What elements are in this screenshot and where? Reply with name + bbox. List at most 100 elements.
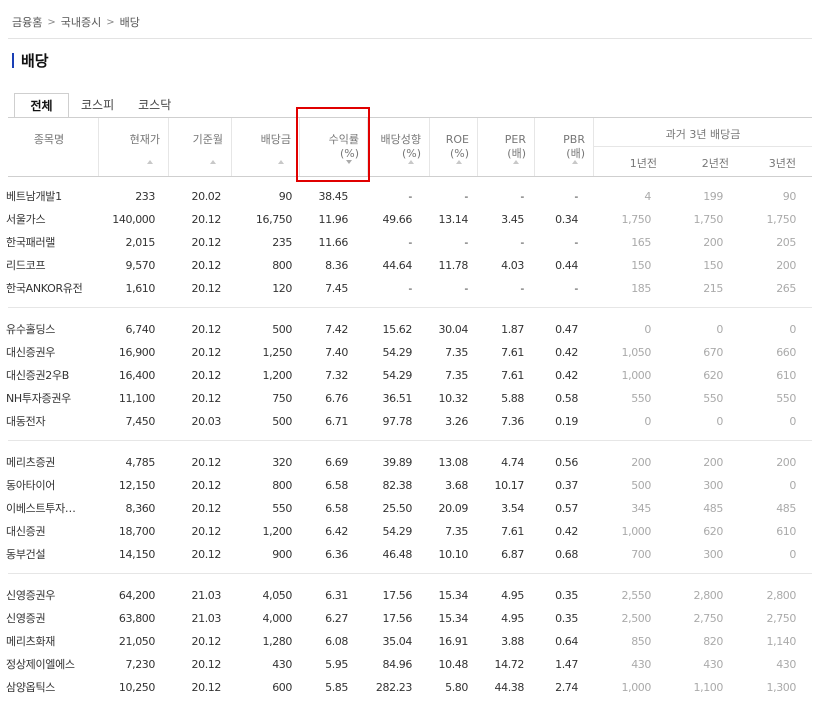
history-dividend-cell: 1,000 — [621, 681, 652, 694]
tab-all[interactable]: 전체 — [14, 93, 69, 118]
history-dividend-cell: 165 — [631, 236, 651, 249]
history-dividend-cell: 300 — [703, 548, 723, 561]
stock-name-link[interactable]: 이베스트투자… — [6, 497, 76, 520]
column-header-pbr[interactable]: PBR (배) — [534, 118, 593, 176]
table-cell: 38.45 — [318, 190, 349, 203]
table-cell: 1.87 — [501, 323, 524, 336]
column-header-label: ROE (%) — [445, 133, 469, 160]
stock-name-link[interactable]: 삼양옵틱스 — [6, 676, 55, 699]
sort-icon[interactable] — [210, 160, 216, 164]
table-cell: 54.29 — [382, 525, 413, 538]
table-cell: - — [574, 282, 578, 295]
table-cell: 7.35 — [445, 369, 468, 382]
table-cell: 6,740 — [125, 323, 156, 336]
stock-name-link[interactable]: 대신증권2우B — [6, 364, 69, 387]
column-header-per[interactable]: PER (배) — [477, 118, 534, 176]
history-dividend-cell: 485 — [776, 502, 796, 515]
table-cell: - — [574, 190, 578, 203]
table-cell: 10.48 — [438, 658, 469, 671]
page-title: 배당 — [12, 50, 49, 71]
table-cell: 10,250 — [118, 681, 155, 694]
table-cell: - — [464, 236, 468, 249]
stock-name-link[interactable]: 유수홀딩스 — [6, 318, 55, 341]
table-cell: 44.38 — [494, 681, 525, 694]
column-header-price[interactable]: 현재가 — [98, 118, 168, 176]
table-cell: 0.44 — [555, 259, 578, 272]
table-cell: 3.54 — [501, 502, 524, 515]
table-cell: 5.95 — [325, 658, 348, 671]
table-cell: 1.47 — [555, 658, 578, 671]
table-cell: 0.19 — [555, 415, 578, 428]
history-dividend-cell: 2,550 — [621, 589, 652, 602]
table-cell: 84.96 — [382, 658, 413, 671]
sort-icon[interactable] — [572, 160, 578, 164]
sort-icon[interactable] — [456, 160, 462, 164]
stock-name-link[interactable]: 신영증권 — [6, 607, 46, 630]
breadcrumb-domestic-market[interactable]: 국내증시 — [61, 14, 101, 30]
title-accent-bar — [12, 53, 14, 68]
table-cell: 20.02 — [191, 190, 222, 203]
table-cell: 0.47 — [555, 323, 578, 336]
table-row: 서울가스 140,000 20.12 16,750 11.96 49.66 13.14 3.4… — [0, 208, 820, 231]
stock-name-link[interactable]: NH투자증권우 — [6, 387, 71, 410]
table-cell: 30.04 — [438, 323, 469, 336]
table-cell: 5.88 — [501, 392, 524, 405]
table-row: 삼양옵틱스 10,250 20.12 600 5.85 282.23 5.80 44.38 2.… — [0, 676, 820, 699]
table-row: 이베스트투자… 8,360 20.12 550 6.58 25.50 20.09 3.54 0.… — [0, 497, 820, 520]
table-cell: 20.12 — [191, 681, 222, 694]
column-header-label: PBR (배) — [563, 133, 585, 160]
table-cell: 20.12 — [191, 502, 222, 515]
stock-name-link[interactable]: 베트남개발1 — [6, 185, 62, 208]
table-cell: 21.03 — [191, 589, 222, 602]
page-title-text: 배당 — [21, 52, 49, 70]
sort-icon[interactable] — [147, 160, 153, 164]
column-header-roe[interactable]: ROE (%) — [429, 118, 477, 176]
history-dividend-cell: 430 — [776, 658, 796, 671]
column-header-label: 배당성향 (%) — [380, 133, 421, 160]
column-header-payout[interactable]: 배당성향 (%) — [367, 118, 429, 176]
stock-name-link[interactable]: 메리츠화재 — [6, 630, 55, 653]
table-cell: 17.56 — [382, 589, 413, 602]
table-cell: 2,015 — [125, 236, 156, 249]
history-dividend-cell: 670 — [703, 346, 723, 359]
table-cell: 1,250 — [262, 346, 293, 359]
column-header-label: 종목명 — [33, 133, 65, 146]
table-row: 메리츠증권 4,785 20.12 320 6.69 39.89 13.08 4.74 0.56… — [0, 451, 820, 474]
history-dividend-cell: 0 — [716, 323, 723, 336]
sort-icon[interactable] — [278, 160, 284, 164]
table-cell: 20.12 — [191, 456, 222, 469]
stock-name-link[interactable]: 대신증권 — [6, 520, 46, 543]
tab-kosdaq[interactable]: 코스닥 — [126, 93, 183, 118]
table-cell: 7.35 — [445, 525, 468, 538]
table-cell: 7.45 — [325, 282, 348, 295]
sort-icon[interactable] — [408, 160, 414, 164]
table-cell: 7.40 — [325, 346, 348, 359]
table-cell: 1,280 — [262, 635, 293, 648]
stock-name-link[interactable]: 리드코프 — [6, 254, 46, 277]
stock-name-link[interactable]: 한국패러랠 — [6, 231, 55, 254]
stock-name-link[interactable]: 대동전자 — [6, 410, 46, 433]
column-header-base-month[interactable]: 기준월 — [168, 118, 231, 176]
table-cell: 20.09 — [438, 502, 469, 515]
breadcrumb-finance-home[interactable]: 금융홈 — [12, 14, 42, 30]
tab-kospi[interactable]: 코스피 — [69, 93, 126, 118]
table-cell: - — [408, 236, 412, 249]
sort-icon[interactable] — [513, 160, 519, 164]
history-header-label: 과거 3년 배당금 — [665, 128, 741, 141]
history-dividend-cell: 2,750 — [693, 612, 724, 625]
table-row: 메리츠화재 21,050 20.12 1,280 6.08 35.04 16.91 3.88 0… — [0, 630, 820, 653]
table-row: 신영증권 63,800 21.03 4,000 6.27 17.56 15.34 4.95 0.… — [0, 607, 820, 630]
stock-name-link[interactable]: 정상제이엘에스 — [6, 653, 75, 676]
stock-name-link[interactable]: 신영증권우 — [6, 584, 55, 607]
stock-name-link[interactable]: 서울가스 — [6, 208, 46, 231]
stock-name-link[interactable]: 한국ANKOR유전 — [6, 277, 83, 300]
history-dividend-cell: 485 — [703, 502, 723, 515]
stock-name-link[interactable]: 대신증권우 — [6, 341, 55, 364]
table-cell: 4,050 — [262, 589, 293, 602]
stock-name-link[interactable]: 메리츠증권 — [6, 451, 55, 474]
table-cell: 0.64 — [555, 635, 578, 648]
table-row: 한국패러랠 2,015 20.12 235 11.66 - - - - 165 200 205 — [0, 231, 820, 254]
stock-name-link[interactable]: 동아타이어 — [6, 474, 55, 497]
column-header-dividend[interactable]: 배당금 — [231, 118, 299, 176]
stock-name-link[interactable]: 동부건설 — [6, 543, 46, 566]
